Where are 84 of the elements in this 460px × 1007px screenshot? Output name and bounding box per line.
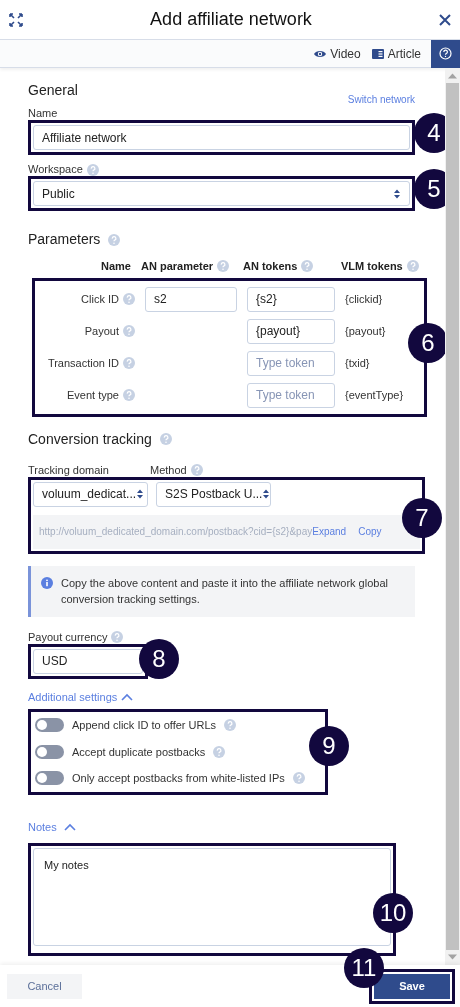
notes-toggle[interactable]: Notes — [28, 818, 76, 835]
field-label: Name — [28, 107, 59, 120]
column-header: AN parameter — [141, 259, 214, 274]
close-icon[interactable] — [438, 12, 452, 27]
tracking-domain-select[interactable]: voluum_dedicat... — [33, 481, 148, 507]
scroll-down-icon[interactable] — [448, 954, 457, 960]
callout-badge: 6 — [408, 322, 445, 363]
info-icon — [41, 576, 53, 589]
expand-link[interactable]: Expand — [312, 524, 347, 539]
method-select[interactable]: S2S Postback U... — [156, 481, 271, 507]
help-button[interactable] — [431, 39, 460, 68]
switch-network-link[interactable]: Switch network — [347, 92, 415, 107]
callout-badge: 8 — [139, 638, 179, 679]
help-icon[interactable] — [86, 163, 99, 176]
field-label: Method — [150, 463, 187, 477]
callout-badge: 4 — [414, 113, 445, 153]
an-token-field[interactable]: {payout} — [247, 318, 335, 344]
video-link[interactable]: Video — [313, 44, 361, 63]
an-token-field[interactable]: Type token — [247, 382, 335, 408]
help-icon[interactable] — [159, 433, 172, 445]
parameter-name: Click ID — [81, 291, 119, 307]
parameter-name: Event type — [67, 387, 119, 403]
payout-currency-field[interactable]: USD — [33, 648, 143, 674]
help-icon[interactable] — [406, 260, 419, 273]
info-text: Copy the above content and paste it into the affiliate network global conversion tracking settings. — [61, 575, 389, 607]
additional-settings-toggle[interactable]: Additional settings — [28, 688, 134, 705]
expand-icon[interactable] — [8, 11, 24, 28]
help-icon — [439, 47, 452, 60]
help-icon[interactable] — [190, 464, 203, 476]
an-token-field[interactable]: Type token — [247, 350, 335, 376]
field-label: Tracking domain — [28, 463, 110, 477]
sort-arrows-icon — [136, 488, 145, 500]
field-label: Payout currency — [28, 630, 108, 644]
help-icon[interactable] — [213, 745, 226, 758]
help-icon[interactable] — [123, 293, 135, 305]
help-icon[interactable] — [111, 631, 124, 643]
column-header: VLM tokens — [341, 259, 403, 274]
toggle-switch[interactable] — [35, 718, 64, 733]
chevron-up-icon — [63, 822, 76, 831]
postback-url: http://voluum_dedicated_domain.com/postback?cid={s2}&pay — [39, 525, 313, 539]
help-icon[interactable] — [123, 389, 135, 401]
vlm-token: {txid} — [345, 355, 371, 371]
article-link[interactable]: Article — [370, 44, 421, 63]
column-header: AN tokens — [243, 259, 298, 274]
book-icon — [370, 46, 385, 61]
column-header: Name — [101, 259, 131, 274]
scroll-up-icon[interactable] — [448, 73, 457, 79]
copy-link[interactable]: Copy — [358, 524, 382, 539]
section-heading: Conversion tracking — [28, 429, 152, 449]
parameter-name: Payout — [84, 323, 119, 339]
callout-badge: 11 — [344, 947, 384, 988]
an-token-field[interactable]: {s2} — [247, 286, 335, 312]
help-icon[interactable] — [301, 260, 314, 273]
help-icon[interactable] — [123, 357, 135, 369]
vlm-token: {eventType} — [345, 387, 405, 403]
callout-badge: 9 — [309, 726, 349, 766]
callout-badge: 7 — [402, 497, 442, 538]
toggle-label: Append click ID to offer URLs — [72, 718, 217, 733]
field-label: Workspace — [28, 163, 83, 176]
toggle-label: Accept duplicate postbacks — [72, 744, 206, 760]
dialog-title: Add affiliate network — [150, 8, 312, 31]
parameter-name: Transaction ID — [47, 355, 119, 371]
name-field[interactable]: Affiliate network — [33, 125, 410, 150]
help-icon[interactable] — [292, 772, 305, 785]
help-icon[interactable] — [224, 719, 237, 732]
an-parameter-field[interactable]: s2 — [145, 286, 237, 312]
section-heading: Parameters — [28, 230, 101, 249]
help-icon[interactable] — [108, 233, 121, 246]
cancel-button[interactable]: Cancel — [7, 973, 82, 999]
help-icon[interactable] — [123, 325, 135, 337]
callout-badge: 5 — [414, 169, 445, 209]
vlm-token: {payout} — [345, 323, 387, 339]
chevron-up-icon — [121, 692, 134, 701]
help-icon[interactable] — [217, 260, 230, 273]
scrollbar[interactable] — [445, 68, 460, 965]
sort-arrows-icon — [262, 488, 271, 500]
toggle-label: Only accept postbacks from white-listed IPs — [72, 771, 285, 786]
toggle-switch[interactable] — [35, 771, 64, 786]
workspace-select[interactable]: Public — [33, 181, 410, 206]
section-heading: General — [28, 81, 78, 100]
vlm-token: {clickid} — [345, 291, 384, 307]
sort-arrows-icon — [393, 187, 401, 200]
callout-badge: 10 — [373, 893, 413, 933]
toggle-switch[interactable] — [35, 744, 64, 759]
